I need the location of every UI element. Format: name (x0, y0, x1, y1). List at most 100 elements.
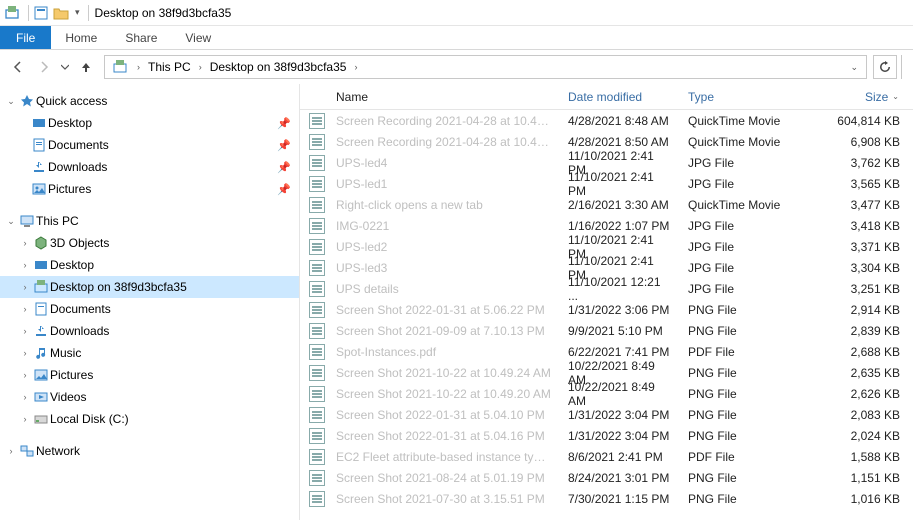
address-dropdown-icon[interactable]: ⌄ (846, 62, 862, 73)
column-date[interactable]: Date modified (560, 84, 680, 109)
tree-item[interactable]: › Local Disk (C:) (0, 408, 299, 430)
file-type: PNG File (680, 387, 818, 401)
file-icon (309, 470, 325, 486)
column-name[interactable]: Name (328, 84, 560, 109)
tree-item[interactable]: › Desktop (0, 254, 299, 276)
file-name: Screen Recording 2021-04-28 at 10.49.51 … (328, 135, 560, 149)
tree-item-label: Documents (50, 302, 291, 316)
expand-icon[interactable]: › (18, 326, 32, 336)
tree-this-pc[interactable]: ⌄ This PC (0, 210, 299, 232)
expand-icon[interactable]: › (18, 238, 32, 248)
explorer-window: ▾ Desktop on 38f9d3bcfa35 File Home Shar… (0, 0, 913, 520)
file-size: 3,418 KB (818, 219, 908, 233)
nav-forward-button[interactable] (32, 55, 56, 79)
file-size: 1,016 KB (818, 492, 908, 506)
tree-item[interactable]: Documents 📌 (0, 134, 299, 156)
ribbon-tab-home[interactable]: Home (51, 26, 111, 49)
column-type[interactable]: Type (680, 84, 818, 109)
ribbon-tab-share[interactable]: Share (111, 26, 171, 49)
file-name: UPS-led1 (328, 177, 560, 191)
expand-icon[interactable]: › (4, 446, 18, 456)
expand-icon[interactable]: › (18, 392, 32, 402)
nav-up-button[interactable] (74, 55, 98, 79)
tree-item[interactable]: Downloads 📌 (0, 156, 299, 178)
file-icon (309, 428, 325, 444)
qat-properties-icon[interactable] (33, 5, 49, 21)
file-row[interactable]: Screen Shot 2022-01-31 at 5.04.10 PM 1/3… (300, 404, 913, 425)
file-size: 3,565 KB (818, 177, 908, 191)
file-row[interactable]: Screen Shot 2021-08-24 at 5.01.19 PM 8/2… (300, 467, 913, 488)
collapse-icon[interactable]: ⌄ (4, 216, 18, 227)
tree-item[interactable]: › Downloads (0, 320, 299, 342)
tree-item[interactable]: › Pictures (0, 364, 299, 386)
file-row[interactable]: Screen Shot 2021-07-30 at 3.15.51 PM 7/3… (300, 488, 913, 509)
file-icon (309, 365, 325, 381)
pc-icon (18, 213, 36, 229)
expand-icon[interactable]: › (18, 260, 32, 270)
file-rows[interactable]: Screen Recording 2021-04-28 at 10.44.05 … (300, 110, 913, 520)
address-bar[interactable]: › This PC › Desktop on 38f9d3bcfa35 › ⌄ (104, 55, 867, 79)
folder-icon (32, 279, 50, 295)
chevron-right-icon[interactable]: › (133, 62, 144, 72)
file-row[interactable]: UPS-led1 11/10/2021 2:41 PM JPG File 3,5… (300, 173, 913, 194)
tree-item[interactable]: › 3D Objects (0, 232, 299, 254)
file-date: 8/24/2021 3:01 PM (560, 471, 680, 485)
column-size[interactable]: Size⌄ (818, 84, 908, 109)
ribbon-file-tab[interactable]: File (0, 26, 51, 49)
file-row[interactable]: Right-click opens a new tab 2/16/2021 3:… (300, 194, 913, 215)
file-row[interactable]: Screen Shot 2021-10-22 at 10.49.20 AM 10… (300, 383, 913, 404)
file-icon (309, 407, 325, 423)
folder-icon (32, 389, 50, 405)
breadcrumb-root-icon[interactable] (109, 56, 133, 78)
tree-item[interactable]: Pictures 📌 (0, 178, 299, 200)
file-type: JPG File (680, 156, 818, 170)
file-size: 2,839 KB (818, 324, 908, 338)
nav-recent-dropdown[interactable] (58, 55, 72, 79)
tree-network[interactable]: › Network (0, 440, 299, 462)
ribbon-tab-view[interactable]: View (171, 26, 225, 49)
star-icon (18, 93, 36, 109)
file-size: 2,083 KB (818, 408, 908, 422)
tree-item[interactable]: › Desktop on 38f9d3bcfa35 (0, 276, 299, 298)
chevron-right-icon[interactable]: › (350, 62, 361, 72)
qat-customize-icon[interactable]: ▾ (75, 7, 80, 18)
file-date: 4/28/2021 8:48 AM (560, 114, 680, 128)
refresh-button[interactable] (873, 55, 897, 79)
file-row[interactable]: Screen Recording 2021-04-28 at 10.44.05 … (300, 110, 913, 131)
file-row[interactable]: Screen Shot 2022-01-31 at 5.04.16 PM 1/3… (300, 425, 913, 446)
file-type: QuickTime Movie (680, 198, 818, 212)
expand-icon[interactable]: › (18, 282, 32, 292)
expand-icon[interactable]: › (18, 304, 32, 314)
tree-item[interactable]: Desktop 📌 (0, 112, 299, 134)
collapse-icon[interactable]: ⌄ (4, 96, 18, 107)
file-row[interactable]: EC2 Fleet attribute-based instance type … (300, 446, 913, 467)
folder-icon (32, 235, 50, 251)
navigation-tree[interactable]: ⌄ Quick access Desktop 📌 Documents 📌 Dow… (0, 84, 300, 520)
breadcrumb-current[interactable]: Desktop on 38f9d3bcfa35 (206, 56, 351, 78)
qat-folder-icon[interactable] (53, 5, 69, 21)
remote-desktop-icon (4, 5, 20, 21)
expand-icon[interactable]: › (18, 348, 32, 358)
file-row[interactable]: Screen Shot 2022-01-31 at 5.06.22 PM 1/3… (300, 299, 913, 320)
tree-quick-access[interactable]: ⌄ Quick access (0, 90, 299, 112)
file-row[interactable]: Screen Shot 2021-09-09 at 7.10.13 PM 9/9… (300, 320, 913, 341)
nav-back-button[interactable] (6, 55, 30, 79)
folder-icon (30, 115, 48, 131)
file-name: Screen Shot 2022-01-31 at 5.04.16 PM (328, 429, 560, 443)
file-size: 2,914 KB (818, 303, 908, 317)
file-icon (309, 260, 325, 276)
file-size: 3,251 KB (818, 282, 908, 296)
tree-item[interactable]: › Videos (0, 386, 299, 408)
breadcrumb-this-pc[interactable]: This PC (144, 56, 195, 78)
folder-icon (30, 159, 48, 175)
file-size: 604,814 KB (818, 114, 908, 128)
tree-item[interactable]: › Documents (0, 298, 299, 320)
file-row[interactable]: UPS details 11/10/2021 12:21 ... JPG Fil… (300, 278, 913, 299)
tree-item[interactable]: › Music (0, 342, 299, 364)
expand-icon[interactable]: › (18, 370, 32, 380)
expand-icon[interactable]: › (18, 414, 32, 424)
search-box[interactable] (901, 55, 907, 79)
file-name: UPS-led4 (328, 156, 560, 170)
file-name: Screen Shot 2021-08-24 at 5.01.19 PM (328, 471, 560, 485)
chevron-right-icon[interactable]: › (195, 62, 206, 72)
